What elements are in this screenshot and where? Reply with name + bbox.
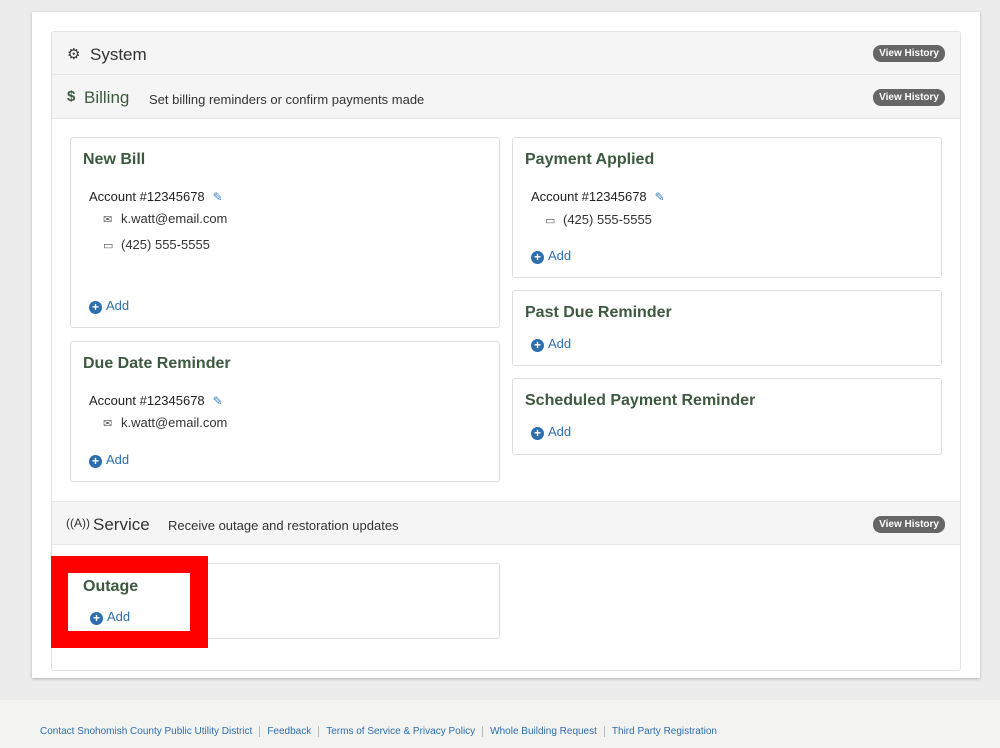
email-value: k.watt@email.com	[121, 211, 228, 226]
phone-value: (425) 555-5555	[563, 212, 652, 227]
envelope-icon: ✉	[103, 418, 113, 430]
envelope-icon: ✉	[103, 214, 113, 226]
outage-add-button[interactable]: + Add	[90, 609, 130, 625]
footer-link-third-party[interactable]: Third Party Registration	[605, 726, 724, 737]
edit-icon[interactable]: ✎	[213, 190, 223, 204]
new-bill-add-button[interactable]: + Add	[89, 298, 129, 314]
add-label: Add	[548, 336, 572, 351]
billing-view-history-button[interactable]: View History	[873, 89, 945, 106]
antenna-icon: ((A))	[66, 516, 90, 530]
email-value: k.watt@email.com	[121, 415, 228, 430]
new-bill-account: Account #12345678 ✎	[89, 189, 223, 204]
billing-title: Billing	[84, 88, 130, 107]
due-date-add-button[interactable]: + Add	[89, 452, 129, 468]
footer-link-feedback[interactable]: Feedback	[260, 726, 320, 737]
payment-applied-title: Payment Applied	[525, 151, 655, 168]
new-bill-card: New Bill Account #12345678 ✎ ✉ k.watt@emai…	[70, 137, 500, 328]
new-bill-title: New Bill	[83, 151, 146, 168]
billing-description: Set billing reminders or confirm payment…	[149, 92, 425, 107]
plus-circle-icon: +	[531, 427, 544, 440]
add-label: Add	[548, 248, 572, 263]
add-label: Add	[106, 298, 130, 313]
due-date-reminder-card: Due Date Reminder Account #12345678 ✎ ✉ k.…	[70, 341, 500, 482]
service-description: Receive outage and restoration updates	[168, 518, 399, 533]
service-section-header: ((A)) Service Receive outage and restora…	[52, 501, 960, 545]
account-number: Account #12345678	[531, 189, 647, 204]
plus-circle-icon: +	[531, 339, 544, 352]
service-view-history-button[interactable]: View History	[873, 516, 945, 533]
account-number: Account #12345678	[89, 393, 205, 408]
message-icon: ▭	[103, 240, 114, 252]
footer-link-contact[interactable]: Contact Snohomish County Public Utility …	[40, 726, 261, 737]
system-section-header: ⚙ System View History	[52, 32, 960, 75]
payment-applied-account: Account #12345678 ✎	[531, 189, 665, 204]
due-date-email: ✉ k.watt@email.com	[103, 415, 227, 430]
outage-title: Outage	[83, 578, 139, 595]
new-bill-phone: ▭ (425) 555-5555	[103, 237, 210, 252]
service-title: Service	[93, 515, 150, 534]
phone-value: (425) 555-5555	[121, 237, 210, 252]
system-view-history-button[interactable]: View History	[873, 45, 945, 62]
message-icon: ▭	[545, 215, 556, 227]
plus-circle-icon: +	[90, 612, 103, 625]
past-due-add-button[interactable]: + Add	[531, 336, 571, 352]
add-label: Add	[107, 609, 131, 624]
billing-section-header: $ Billing Set billing reminders or confi…	[52, 75, 960, 119]
due-date-title: Due Date Reminder	[83, 355, 231, 372]
highlight-box: Outage + Add	[51, 556, 208, 648]
footer-link-terms[interactable]: Terms of Service & Privacy Policy	[319, 726, 484, 737]
past-due-reminder-card: Past Due Reminder + Add	[512, 290, 942, 366]
gear-icon: ⚙	[67, 46, 81, 63]
payment-applied-card: Payment Applied Account #12345678 ✎ ▭ (425…	[512, 137, 942, 278]
footer: Contact Snohomish County Public Utility …	[0, 700, 1000, 748]
dollar-icon: $	[67, 88, 76, 105]
edit-icon[interactable]: ✎	[655, 190, 665, 204]
edit-icon[interactable]: ✎	[213, 394, 223, 408]
account-number: Account #12345678	[89, 189, 205, 204]
plus-circle-icon: +	[89, 455, 102, 468]
add-label: Add	[548, 424, 572, 439]
scheduled-add-button[interactable]: + Add	[531, 424, 571, 440]
due-date-account: Account #12345678 ✎	[89, 393, 223, 408]
footer-link-whole-building[interactable]: Whole Building Request	[483, 726, 605, 737]
footer-links: Contact Snohomish County Public Utility …	[40, 726, 724, 737]
plus-circle-icon: +	[89, 301, 102, 314]
scheduled-title: Scheduled Payment Reminder	[525, 392, 756, 409]
new-bill-email: ✉ k.watt@email.com	[103, 211, 227, 226]
system-title: System	[90, 45, 147, 64]
outage-highlight-content: Outage + Add	[68, 573, 190, 631]
add-label: Add	[106, 452, 130, 467]
past-due-title: Past Due Reminder	[525, 304, 672, 321]
payment-applied-phone: ▭ (425) 555-5555	[545, 212, 652, 227]
payment-applied-add-button[interactable]: + Add	[531, 248, 571, 264]
scheduled-payment-reminder-card: Scheduled Payment Reminder + Add	[512, 378, 942, 455]
plus-circle-icon: +	[531, 251, 544, 264]
